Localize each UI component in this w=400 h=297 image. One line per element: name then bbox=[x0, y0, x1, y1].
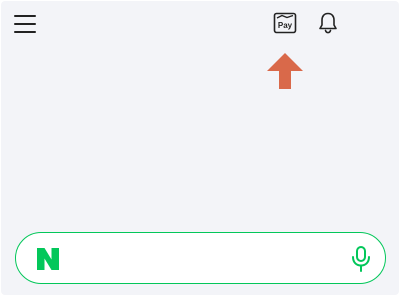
bell-icon[interactable] bbox=[316, 11, 340, 35]
search-bar[interactable] bbox=[15, 232, 386, 284]
app-screen: Pay bbox=[1, 1, 399, 295]
naver-n-logo bbox=[35, 246, 61, 272]
menu-line bbox=[14, 15, 36, 17]
pay-label: Pay bbox=[277, 21, 293, 30]
hamburger-menu-icon[interactable] bbox=[14, 13, 36, 35]
up-arrow-icon bbox=[265, 51, 305, 91]
menu-line bbox=[14, 31, 36, 33]
menu-line bbox=[14, 23, 36, 25]
pay-button[interactable]: Pay bbox=[273, 11, 297, 35]
search-input[interactable] bbox=[74, 243, 338, 275]
microphone-icon[interactable] bbox=[348, 245, 374, 273]
